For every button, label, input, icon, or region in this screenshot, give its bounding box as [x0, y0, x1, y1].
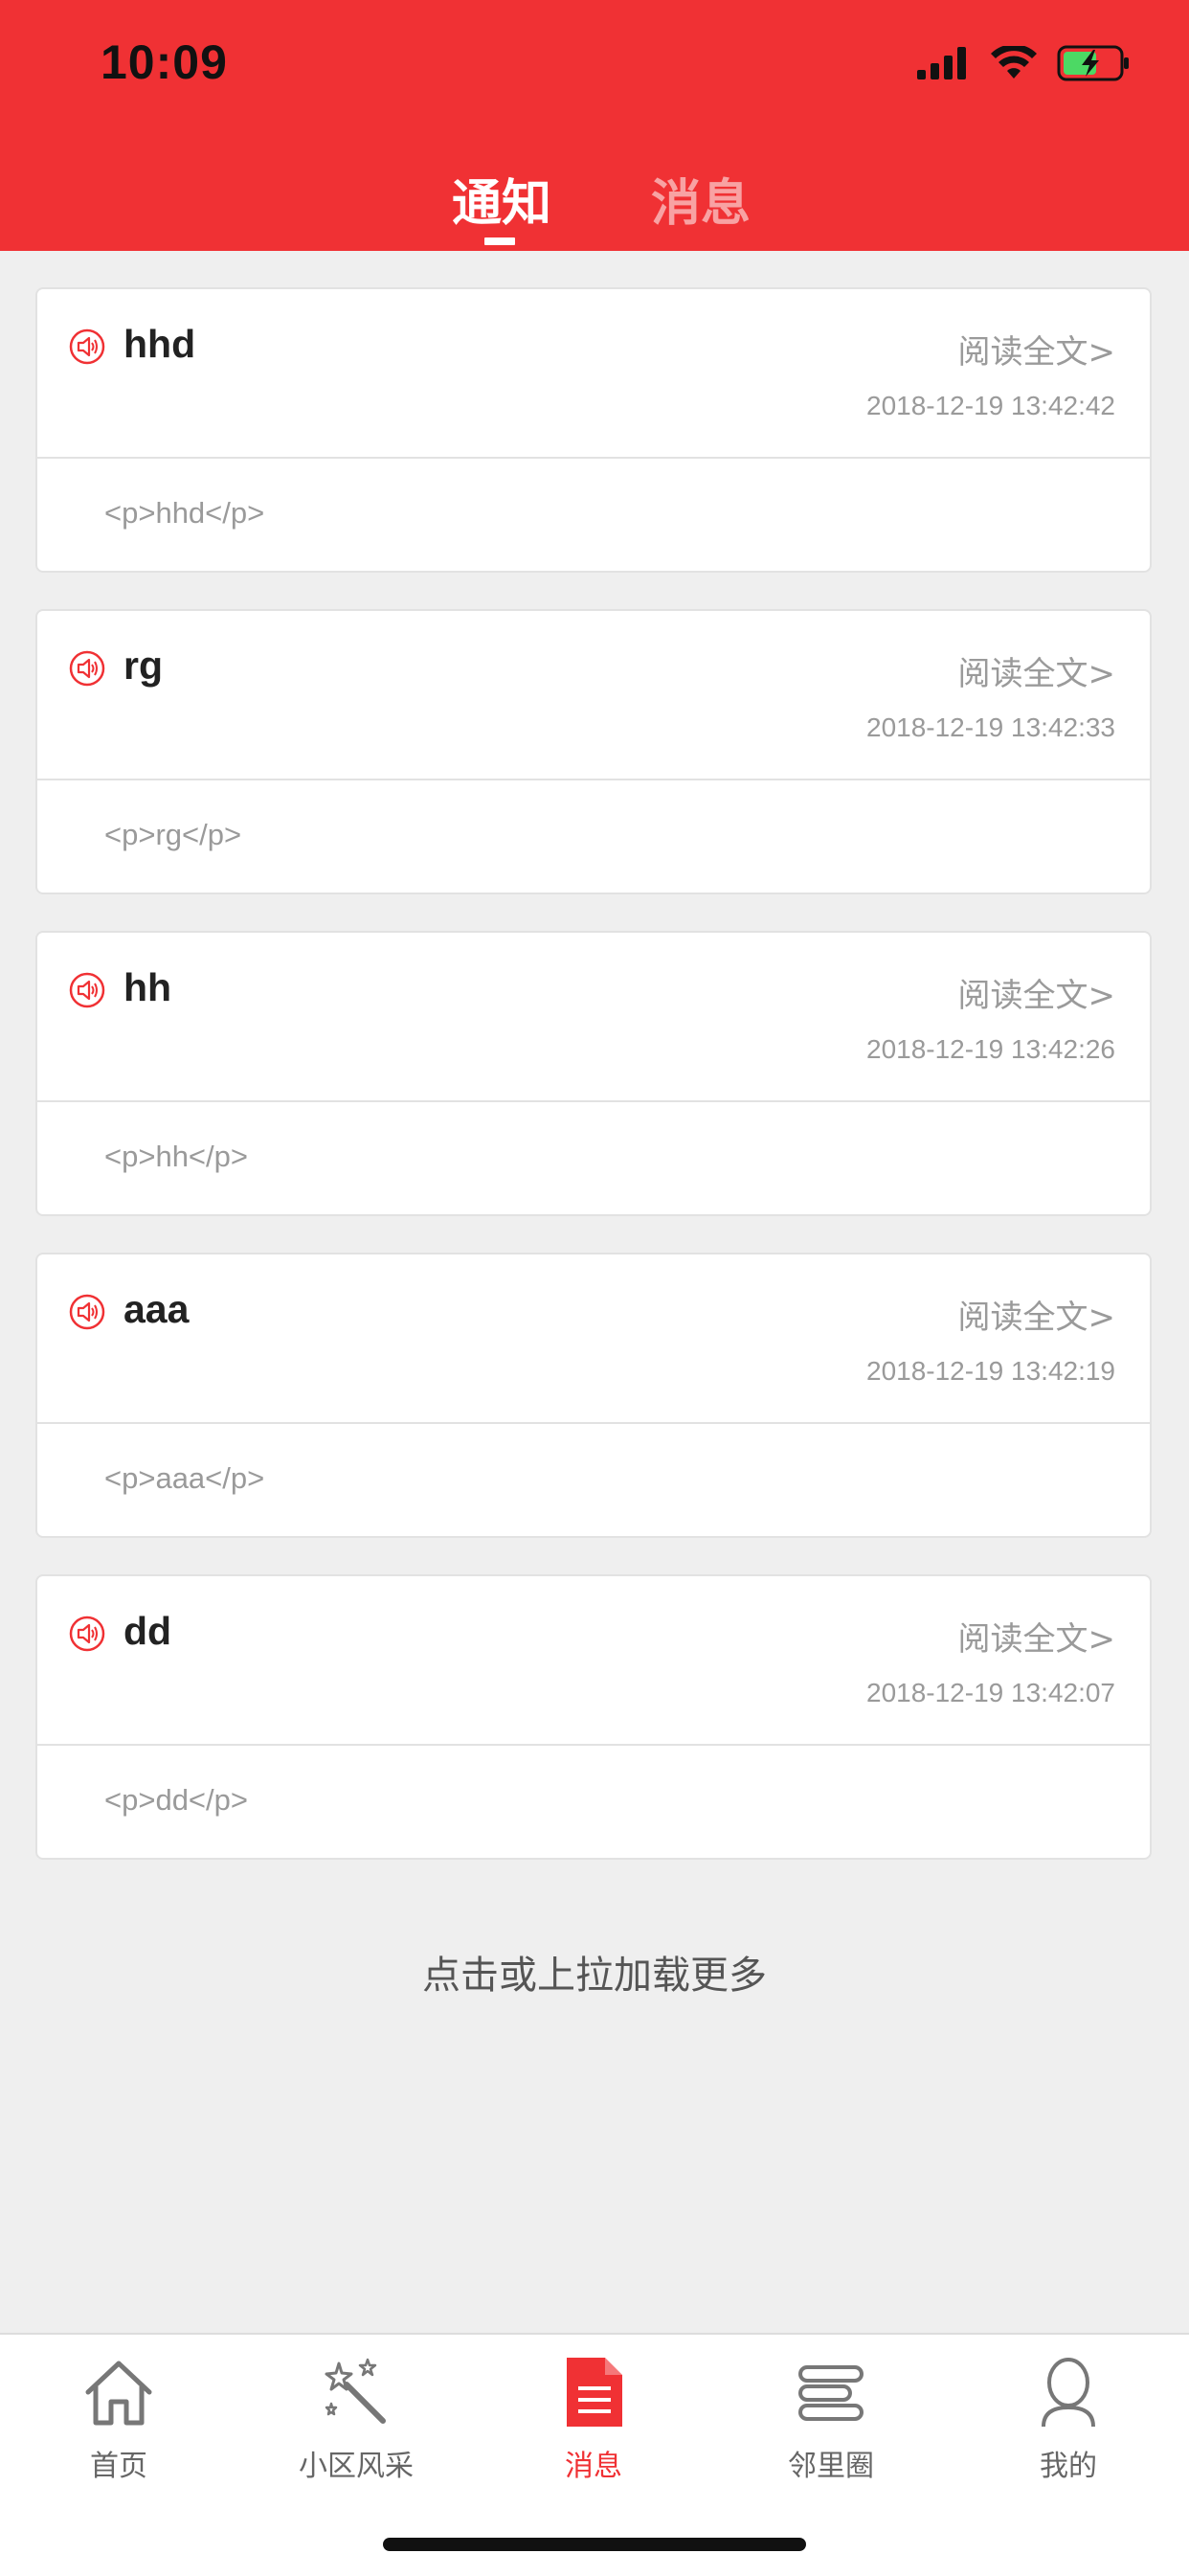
card-timestamp: 2018-12-19 13:42:07 — [866, 1678, 1115, 1707]
tabbar-label: 邻里圈 — [788, 2450, 874, 2483]
card-timestamp: 2018-12-19 13:42:33 — [866, 712, 1115, 742]
card-timestamp: 2018-12-19 13:42:42 — [866, 391, 1115, 420]
tabbar-label: 消息 — [565, 2450, 622, 2483]
read-more-link[interactable]: 阅读全文> — [958, 1613, 1116, 1660]
magic-wand-icon — [325, 2358, 386, 2424]
card-title: aaa — [123, 1287, 190, 1331]
read-more-link[interactable]: 阅读全文> — [958, 647, 1116, 694]
card-body: <p>hhd</p> — [104, 496, 265, 530]
card-header: rg 阅读全文> 2018-12-19 13:42:33 — [37, 611, 1150, 780]
speaker-icon — [69, 1294, 105, 1330]
load-more-button[interactable]: 点击或上拉加载更多 — [0, 1944, 1189, 2000]
card-body: <p>dd</p> — [104, 1783, 248, 1817]
battery-icon — [1057, 45, 1129, 81]
speaker-icon — [69, 1616, 105, 1652]
notice-card[interactable]: dd 阅读全文> 2018-12-19 13:42:07 <p>dd</p> — [35, 1574, 1152, 1860]
tabbar-item-neighborhood[interactable]: 邻里圈 — [745, 2335, 917, 2497]
user-icon — [1042, 2358, 1095, 2428]
card-header: hhd 阅读全文> 2018-12-19 13:42:42 — [37, 289, 1150, 459]
card-body: <p>rg</p> — [104, 818, 242, 851]
speaker-icon — [69, 972, 105, 1008]
card-title: dd — [123, 1609, 172, 1653]
speaker-icon — [69, 328, 105, 365]
card-title: rg — [123, 644, 163, 688]
tab-active-indicator — [484, 237, 515, 245]
read-more-link[interactable]: 阅读全文> — [958, 1291, 1116, 1338]
tabbar-label: 我的 — [1040, 2450, 1097, 2483]
tabbar-label: 首页 — [90, 2450, 147, 2483]
tabbar-item-community[interactable]: 小区风采 — [270, 2335, 442, 2497]
card-title: hh — [123, 965, 172, 1009]
card-header: aaa 阅读全文> 2018-12-19 13:42:19 — [37, 1254, 1150, 1424]
tab-notice[interactable]: 通知 — [452, 163, 551, 235]
notice-card[interactable]: hhd 阅读全文> 2018-12-19 13:42:42 <p>hhd</p> — [35, 287, 1152, 573]
card-body: <p>aaa</p> — [104, 1461, 265, 1495]
tab-message[interactable]: 消息 — [651, 163, 751, 235]
home-indicator — [383, 2538, 806, 2551]
card-timestamp: 2018-12-19 13:42:19 — [866, 1356, 1115, 1386]
notice-card[interactable]: hh 阅读全文> 2018-12-19 13:42:26 <p>hh</p> — [35, 931, 1152, 1216]
tabbar-item-profile[interactable]: 我的 — [982, 2335, 1155, 2497]
signal-icon — [917, 47, 966, 79]
status-time: 10:09 — [101, 35, 228, 89]
notice-list: hhd 阅读全文> 2018-12-19 13:42:42 <p>hhd</p>… — [35, 287, 1154, 1896]
status-icons — [917, 42, 1132, 84]
notice-card[interactable]: aaa 阅读全文> 2018-12-19 13:42:19 <p>aaa</p> — [35, 1253, 1152, 1538]
wifi-icon — [991, 46, 1037, 79]
list-icon — [798, 2365, 864, 2421]
tabbar-item-home[interactable]: 首页 — [33, 2335, 205, 2497]
notice-card[interactable]: rg 阅读全文> 2018-12-19 13:42:33 <p>rg</p> — [35, 609, 1152, 894]
speaker-icon — [69, 650, 105, 687]
read-more-link[interactable]: 阅读全文> — [958, 969, 1116, 1016]
card-body: <p>hh</p> — [104, 1140, 248, 1173]
document-icon — [567, 2358, 622, 2427]
read-more-link[interactable]: 阅读全文> — [958, 326, 1116, 373]
home-icon — [85, 2361, 152, 2426]
card-timestamp: 2018-12-19 13:42:26 — [866, 1034, 1115, 1064]
tabbar-item-messages[interactable]: 消息 — [507, 2335, 680, 2497]
tabbar-label: 小区风采 — [299, 2450, 414, 2483]
card-title: hhd — [123, 322, 196, 366]
card-header: dd 阅读全文> 2018-12-19 13:42:07 — [37, 1576, 1150, 1746]
card-header: hh 阅读全文> 2018-12-19 13:42:26 — [37, 933, 1150, 1102]
header: 10:09 通知 消息 — [0, 0, 1189, 251]
top-tabs: 通知 消息 — [0, 153, 1189, 251]
